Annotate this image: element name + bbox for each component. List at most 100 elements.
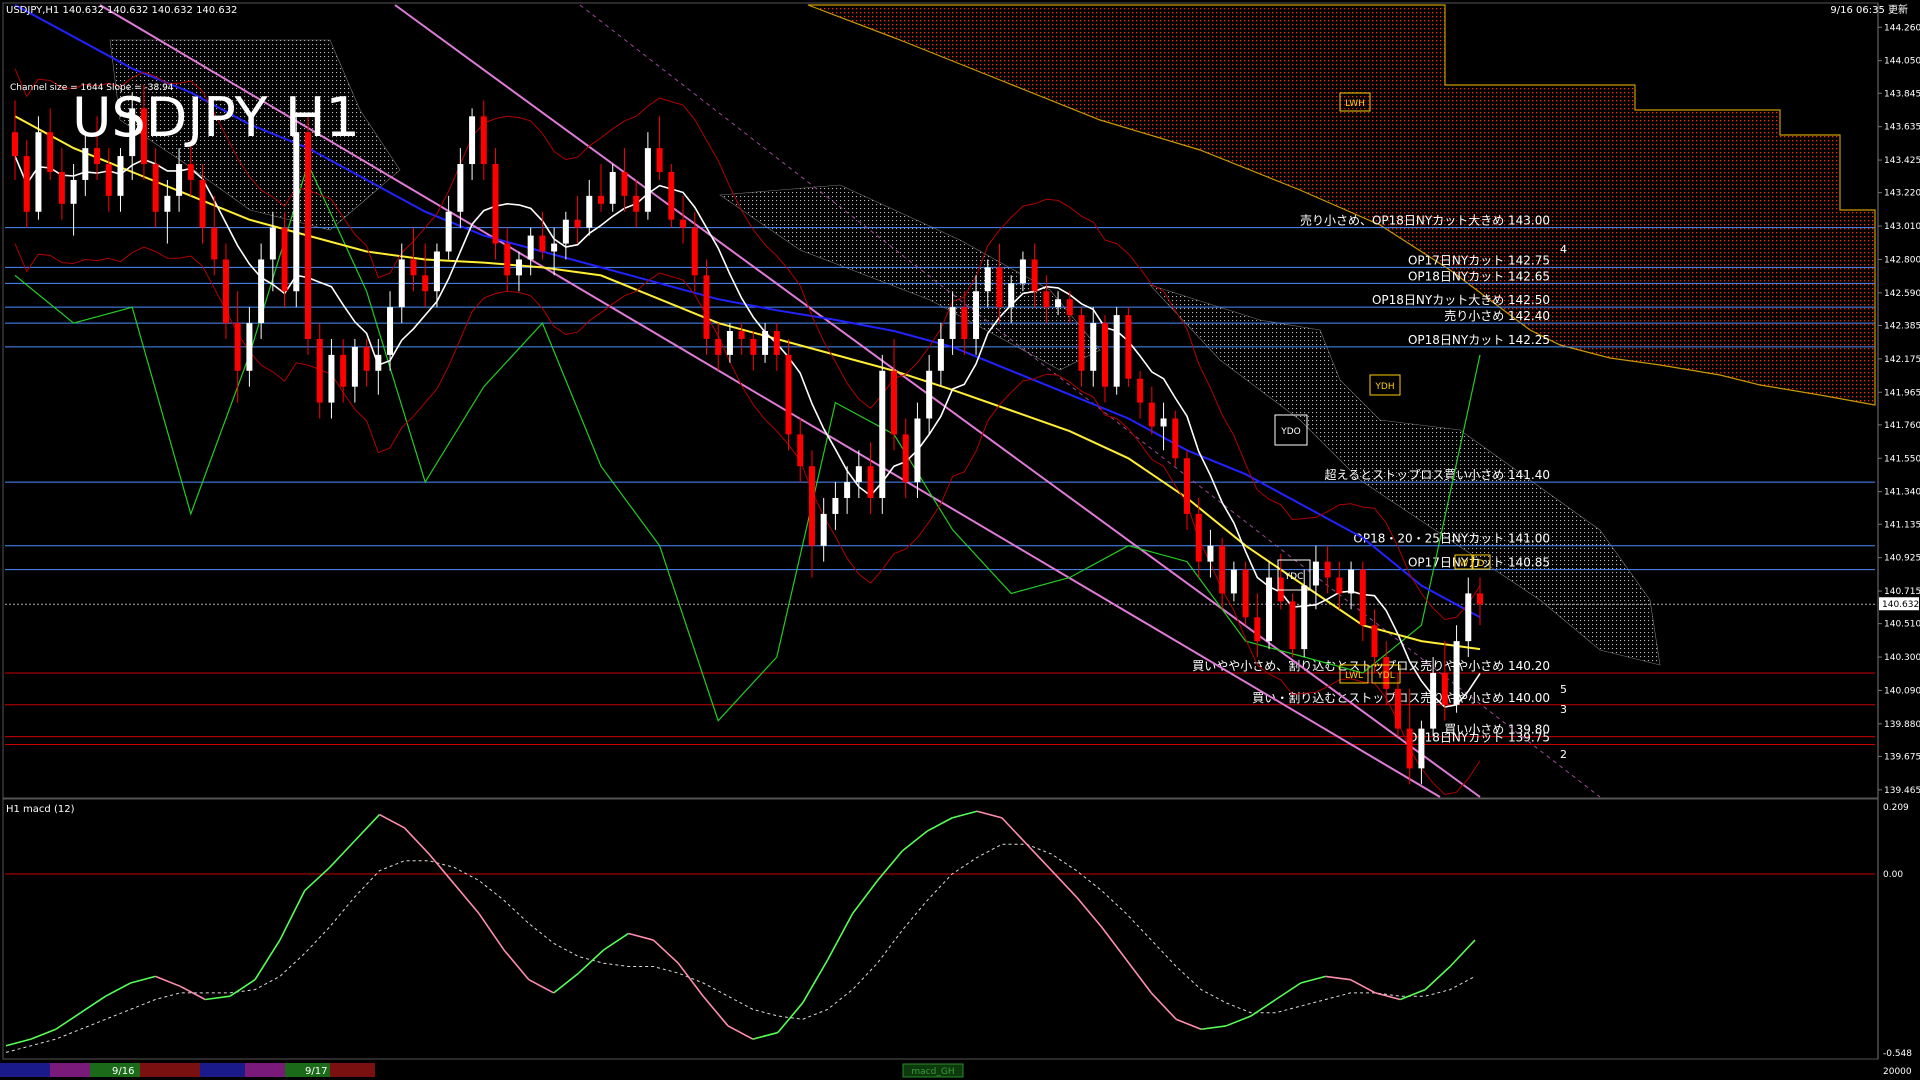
symbol-info: USDJPY,H1 140.632 140.632 140.632 140.63… — [6, 5, 237, 16]
axis-tick-label: 140.925 — [1884, 554, 1920, 564]
level-label-5: OP18日NYカット 142.25 — [1408, 333, 1550, 347]
date-label-2: 9/17 — [305, 1066, 327, 1077]
side-number-3: 3 — [1560, 703, 1567, 716]
candle-body — [1195, 513, 1202, 562]
candle-body — [1289, 601, 1296, 650]
axis-tick-label: 141.340 — [1884, 488, 1920, 498]
candle-body — [152, 164, 159, 212]
axis-tick-label: 143.425 — [1884, 156, 1920, 166]
candle-body — [375, 354, 382, 371]
candle-body — [1242, 569, 1249, 618]
axis-tick-label: 139.465 — [1884, 786, 1920, 796]
candle-body — [1441, 672, 1448, 705]
candle-body — [234, 323, 241, 371]
candle-body — [269, 227, 276, 260]
candle-body — [668, 171, 675, 220]
candle-body — [433, 251, 440, 292]
candle-body — [820, 513, 827, 546]
candle-body — [35, 132, 42, 212]
macd-scale-extra: 20000 — [1883, 1067, 1912, 1077]
candle-body — [773, 331, 780, 355]
candle-body — [808, 466, 815, 546]
candle-body — [1301, 585, 1308, 650]
candle-body — [1031, 259, 1038, 292]
macd-scale-top: 0.209 — [1883, 803, 1909, 813]
candle-body — [867, 466, 874, 499]
axis-tick-label: 141.550 — [1884, 454, 1920, 464]
candle-body — [47, 132, 54, 172]
candle-body — [937, 338, 944, 371]
candle-body — [1137, 378, 1144, 403]
candle-body — [598, 195, 604, 204]
axis-tick-label: 140.715 — [1884, 587, 1920, 597]
candle-body — [984, 267, 991, 292]
candle-body — [1219, 545, 1226, 594]
candle-body — [644, 148, 651, 212]
box-label-ydh: YDH — [1374, 382, 1394, 392]
candle-body — [586, 195, 593, 228]
candle-body — [1477, 593, 1483, 605]
axis-tick-label: 140.090 — [1884, 686, 1920, 696]
candle-body — [1125, 315, 1132, 379]
candle-body — [539, 235, 546, 252]
candle-body — [422, 275, 429, 292]
candle-body — [1172, 418, 1179, 459]
candle-body — [527, 235, 534, 260]
candle-body — [656, 148, 663, 172]
level-label-10: 買い・割り込むとストップロス売りやや小さめ 140.00 — [1252, 690, 1550, 705]
candle-body — [738, 331, 745, 339]
candle-body — [891, 370, 897, 435]
side-number-2: 2 — [1560, 748, 1567, 761]
axis-tick-label: 142.385 — [1884, 321, 1920, 331]
box-label-ydo: YDO — [1280, 427, 1301, 437]
candle-body — [222, 259, 229, 324]
macd-label: H1 macd (12) — [6, 804, 75, 815]
axis-tick-label: 141.760 — [1884, 421, 1920, 431]
axis-tick-label: 143.845 — [1884, 89, 1920, 99]
candle-body — [1430, 672, 1437, 729]
candle-body — [633, 195, 640, 212]
axis-tick-label: 140.300 — [1884, 653, 1920, 663]
candle-body — [515, 259, 522, 276]
candle-body — [281, 227, 288, 292]
level-label-3: OP18日NYカット大きめ 142.50 — [1372, 293, 1550, 307]
box-label-w: W — [1460, 559, 1469, 569]
candle-body — [879, 370, 886, 499]
candle-body — [1312, 561, 1319, 586]
candle-body — [926, 370, 933, 419]
level-label-12: OP18日NYカット 139.75 — [1408, 731, 1550, 745]
candle-body — [480, 116, 487, 165]
candle-body — [996, 267, 1003, 308]
candle-body — [973, 291, 980, 339]
chart-canvas: 売り小さめ、OP18日NYカット大きめ 143.00 OP17日NYカット 142… — [0, 0, 1920, 1080]
candle-body — [1184, 458, 1190, 514]
axis-tick-label: 144.260 — [1884, 23, 1920, 33]
axis-tick-label: 142.590 — [1884, 289, 1920, 299]
candle-body — [1160, 418, 1167, 427]
level-label-9: 買いやや小さめ、割り込むとストップロス売りやや小さめ 140.20 — [1192, 658, 1550, 673]
big-title: USDJPY H1 — [72, 86, 360, 149]
level-label-1: OP17日NYカット 142.75 — [1408, 253, 1550, 267]
candle-body — [574, 219, 581, 228]
axis-tick-label: 139.675 — [1884, 752, 1920, 762]
axis-tick-label: 144.050 — [1884, 57, 1920, 67]
candle-body — [457, 164, 464, 212]
candle-body — [961, 307, 968, 339]
candle-body — [398, 259, 405, 308]
candle-body — [305, 132, 311, 339]
candle-body — [70, 179, 77, 204]
box-label-ydl: YDL — [1376, 671, 1394, 681]
candle-body — [469, 116, 476, 165]
candle-body — [621, 171, 628, 196]
axis-tick-label: 143.635 — [1884, 123, 1920, 133]
candle-body — [703, 275, 710, 339]
candle-body — [1371, 625, 1378, 658]
axis-tick-label: 142.175 — [1884, 355, 1920, 365]
candle-body — [1277, 577, 1284, 602]
candle-body — [1465, 593, 1472, 642]
candle-body — [105, 164, 112, 196]
candle-body — [1266, 577, 1273, 642]
macd-scale-zero: 0.00 — [1883, 870, 1903, 880]
candle-body — [82, 148, 89, 180]
candle-body — [410, 259, 417, 276]
